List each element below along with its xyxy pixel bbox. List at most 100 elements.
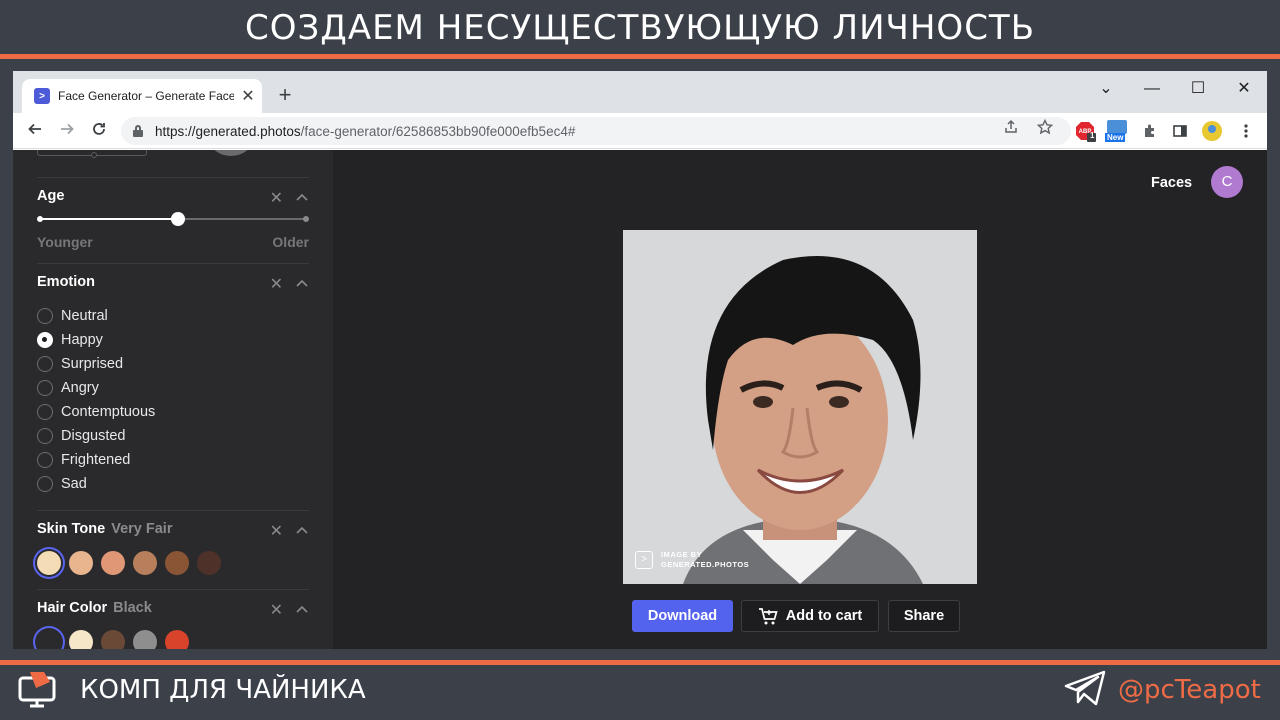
bookmark-star-icon[interactable]: [1036, 118, 1054, 139]
hair-color-swatch[interactable]: [69, 630, 93, 649]
hair-color-clear-icon[interactable]: ✕: [270, 600, 283, 620]
user-avatar[interactable]: C: [1211, 166, 1243, 198]
previous-thumbnail: [209, 150, 253, 156]
emotion-option-label: Surprised: [61, 356, 124, 372]
emotion-collapse-chevron-icon[interactable]: [295, 276, 309, 290]
emotion-option-surprised[interactable]: Surprised: [37, 354, 123, 374]
age-section: Age ✕: [37, 188, 309, 207]
age-slider-knob[interactable]: [171, 212, 186, 226]
skin-tone-swatch[interactable]: [133, 551, 157, 575]
back-button[interactable]: [21, 117, 49, 145]
channel-handle: @pcTeapot: [1118, 675, 1261, 705]
url-text: https://generated.photos/face-generator/…: [155, 123, 576, 139]
back-arrow-icon: [28, 123, 41, 135]
hair-color-swatch[interactable]: [101, 630, 125, 649]
radio-button[interactable]: [37, 356, 53, 372]
hair-color-swatch[interactable]: [37, 630, 61, 649]
tab-title: Face Generator – Generate Faces: [58, 89, 234, 103]
skin-tone-clear-icon[interactable]: ✕: [270, 521, 283, 541]
add-to-cart-button[interactable]: Add to cart: [741, 600, 879, 632]
watermark: > IMAGE BY GENERATED.PHOTOS: [635, 550, 749, 570]
radio-button[interactable]: [37, 428, 53, 444]
age-title: Age: [37, 188, 65, 204]
adblock-badge: 1: [1090, 131, 1095, 140]
radio-button[interactable]: [37, 404, 53, 420]
tab-search-icon[interactable]: ⌄: [1083, 75, 1129, 103]
watermark-line-1: IMAGE BY: [661, 550, 703, 559]
extensions-puzzle-icon[interactable]: [1139, 120, 1161, 142]
hair-color-swatch[interactable]: [133, 630, 157, 649]
forward-button[interactable]: [53, 117, 81, 145]
emotion-option-sad[interactable]: Sad: [37, 474, 87, 494]
emotion-option-frightened[interactable]: Frightened: [37, 450, 130, 470]
emotion-option-disgusted[interactable]: Disgusted: [37, 426, 125, 446]
age-collapse-chevron-icon[interactable]: [295, 190, 309, 204]
download-button[interactable]: Download: [632, 600, 733, 632]
generated-photos-logo-icon: >: [635, 551, 653, 569]
skin-tone-swatch[interactable]: [165, 551, 189, 575]
radio-button[interactable]: [37, 452, 53, 468]
faces-nav-link[interactable]: Faces: [1151, 175, 1192, 191]
hair-color-collapse-chevron-icon[interactable]: [295, 602, 309, 616]
favicon-icon: >: [34, 88, 50, 104]
emotion-option-label: Disgusted: [61, 428, 126, 444]
age-slider-max-dot: [303, 216, 309, 222]
top-banner: СОЗДАЕМ НЕСУЩЕСТВУЮЩУЮ ЛИЧНОСТЬ: [0, 0, 1280, 56]
emotion-option-label: Happy: [61, 332, 103, 348]
skin-tone-swatch[interactable]: [101, 551, 125, 575]
close-window-button[interactable]: ✕: [1221, 75, 1267, 103]
divider: [37, 510, 309, 511]
skin-tone-swatch[interactable]: [69, 551, 93, 575]
emotion-option-label: Sad: [61, 476, 87, 492]
radio-button[interactable]: [37, 308, 53, 324]
skin-tone-swatch[interactable]: [197, 551, 221, 575]
divider: [37, 589, 309, 590]
address-bar[interactable]: https://generated.photos/face-generator/…: [121, 117, 1071, 145]
emotion-title: Emotion: [37, 274, 95, 290]
age-clear-icon[interactable]: ✕: [270, 188, 283, 208]
tab-face-generator[interactable]: > Face Generator – Generate Faces ✕: [22, 79, 262, 113]
divider: [37, 263, 309, 264]
emotion-option-angry[interactable]: Angry: [37, 378, 99, 398]
profile-avatar-icon[interactable]: [1201, 120, 1223, 142]
emotion-option-label: Frightened: [61, 452, 131, 468]
browser-menu-icon[interactable]: [1235, 120, 1257, 142]
share-page-icon[interactable]: [1003, 119, 1019, 139]
skin-tone-value: Very Fair: [111, 521, 173, 537]
radio-button[interactable]: [37, 332, 53, 348]
radio-button[interactable]: [37, 380, 53, 396]
new-tab-button[interactable]: +: [273, 83, 297, 107]
minimize-button[interactable]: —: [1129, 75, 1175, 103]
reload-button[interactable]: [85, 117, 113, 145]
add-to-cart-label: Add to cart: [785, 608, 863, 624]
lock-icon: [133, 125, 143, 137]
hair-color-section: Hair Color Black ✕: [37, 600, 309, 619]
side-panel-icon[interactable]: [1169, 120, 1191, 142]
emotion-option-label: Contemptuous: [61, 404, 156, 420]
emotion-option-contemptuous[interactable]: Contemptuous: [37, 402, 155, 422]
emotion-option-happy[interactable]: Happy: [37, 330, 103, 350]
age-slider-min-dot: [37, 216, 43, 222]
emotion-option-neutral[interactable]: Neutral: [37, 306, 108, 326]
age-min-label: Younger: [37, 234, 93, 250]
adblock-extension-icon[interactable]: ABP 1: [1075, 120, 1097, 142]
skin-tone-swatch[interactable]: [37, 551, 61, 575]
skin-tone-section: Skin Tone Very Fair ✕: [37, 521, 309, 540]
age-slider-fill: [40, 218, 179, 220]
radio-button[interactable]: [37, 476, 53, 492]
cart-icon: [758, 608, 778, 625]
skin-tone-title: Skin Tone Very Fair: [37, 521, 173, 537]
share-button[interactable]: Share: [888, 600, 960, 632]
maximize-button[interactable]: ☐: [1175, 75, 1221, 103]
tab-close-icon[interactable]: ✕: [240, 86, 256, 106]
tab-bar: > Face Generator – Generate Faces ✕ + ⌄ …: [13, 71, 1267, 113]
emotion-clear-icon[interactable]: ✕: [270, 274, 283, 294]
hair-color-swatch[interactable]: [165, 630, 189, 649]
face-illustration: [623, 230, 977, 584]
skin-tone-collapse-chevron-icon[interactable]: [295, 523, 309, 537]
new-extension-icon[interactable]: New: [1105, 120, 1131, 142]
telegram-icon: [1064, 670, 1106, 706]
emotion-option-label: Angry: [61, 380, 99, 396]
page-content: Age ✕ Younger Older Emotion ✕ Neutral Hap…: [13, 150, 1267, 649]
hair-color-value: Black: [113, 600, 152, 616]
